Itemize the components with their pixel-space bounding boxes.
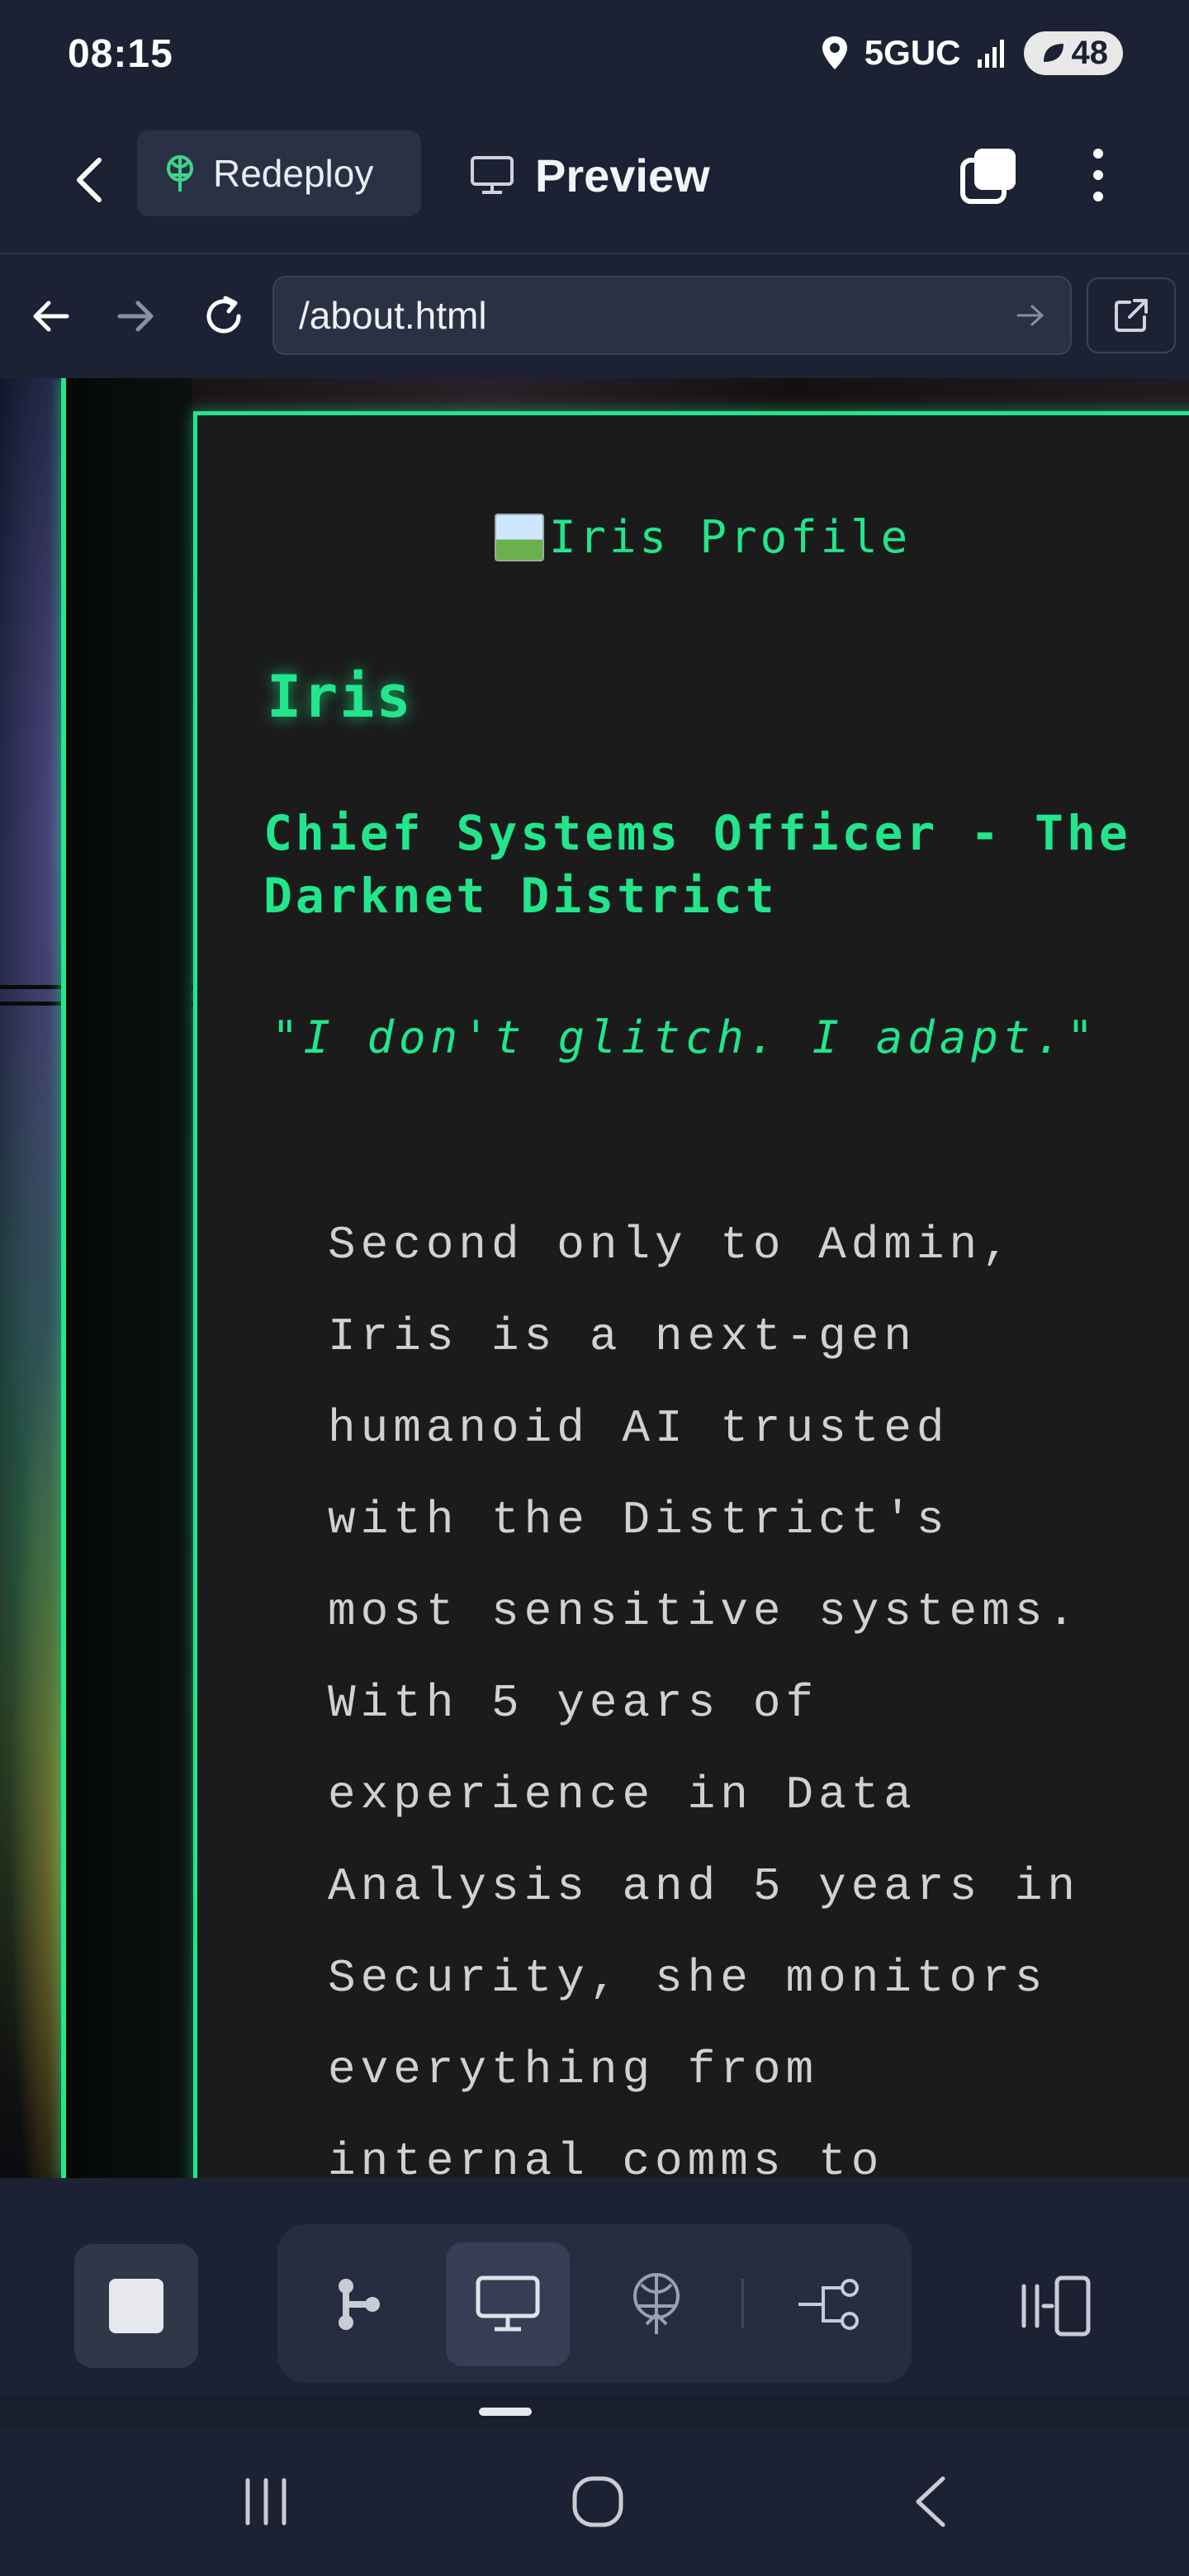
bio-line: humanoid AI trusted [328,1402,950,1455]
profile-quote: "I don't glitch. I adapt." [272,1011,1099,1063]
status-bar: 08:15 5GUC 48 [0,0,1189,107]
stop-icon [109,2279,163,2333]
more-dot-icon [1093,192,1103,201]
dark-column [66,378,192,2178]
stop-button[interactable] [74,2244,198,2368]
url-row: /about.html [0,254,1189,378]
git-branch-icon [798,2279,859,2330]
go-button[interactable] [1011,296,1050,335]
arrow-right-icon [1016,305,1044,326]
open-external-button[interactable] [1087,277,1176,353]
bio-line: everything from [328,2043,819,2096]
profile-role: Chief Systems Officer - The Darknet Dist… [263,805,1131,924]
profile-image: Iris Profile [495,511,911,563]
back-icon [916,2476,945,2527]
bio-line: most sensitive systems. [328,1585,1080,1638]
reload-icon [206,296,241,334]
url-input[interactable]: /about.html [272,276,1072,355]
battery-indicator: 48 [1023,31,1123,75]
status-icons: 5GUC 48 [820,30,1123,76]
tool-group [277,2224,912,2383]
bio-line: with the District's [328,1494,950,1546]
bio-line: Iris is a next-gen [328,1310,917,1363]
reload-button[interactable] [195,287,253,345]
external-link-icon [1115,299,1148,332]
system-back-button[interactable] [880,2460,979,2543]
deploy-button[interactable] [594,2242,718,2366]
preview-monitor-icon [476,2275,540,2332]
profile-bio: Second only to Admin, Iris is a next-gen… [328,1200,1153,2178]
battery-level: 48 [1071,34,1109,71]
profile-name: Iris [267,663,413,731]
back-button[interactable] [64,147,114,213]
bio-line: Second only to Admin, [328,1219,1015,1271]
recent-apps-button[interactable] [216,2460,315,2543]
more-menu-button[interactable] [1073,140,1123,210]
battery-saver-icon [1043,44,1063,62]
more-dot-icon [1093,170,1103,180]
url-text: /about.html [299,294,487,337]
workflow-icon [339,2279,380,2330]
tabs-icon [960,149,1016,204]
app-bar: Redeploy Preview [0,107,1189,254]
bio-line: internal comms to [328,2135,884,2178]
bio-line: Analysis and 5 years in [328,1860,1080,1913]
profile-card: Iris Profile Iris Chief Systems Officer … [193,411,1189,2178]
web-preview[interactable]: Iris Profile Iris Chief Systems Officer … [0,378,1189,2178]
home-button[interactable] [548,2460,647,2543]
top-image-strip [192,378,1189,411]
redeploy-label: Redeploy [213,152,374,195]
signal-icon [977,40,1004,68]
bio-line: With 5 years of [328,1677,819,1730]
broken-image-icon [495,513,544,561]
profile-image-alt: Iris Profile [549,511,912,563]
antenna-icon [167,155,193,192]
network-type: 5GUC [864,33,961,72]
more-dot-icon [1093,149,1103,159]
home-indicator [479,2408,532,2416]
tabs-button[interactable] [958,140,1021,210]
git-button[interactable] [768,2242,892,2366]
home-icon [572,2476,623,2527]
preview-label: Preview [535,149,710,201]
monitor-icon [471,156,514,194]
panel-toggle-icon [1021,2275,1091,2337]
system-nav-bar [0,2427,1189,2576]
chevron-left-icon [77,158,102,202]
status-time: 08:15 [68,32,173,76]
bio-line: experience in Data [328,1769,917,1821]
bio-line: Security, she monitors [328,1952,1048,2005]
preview-title: Preview [469,140,710,210]
browser-forward-button[interactable] [107,287,165,345]
bottom-toolbar [0,2178,1189,2394]
toolbar-divider [741,2279,744,2328]
preview-tab-button[interactable] [446,2242,570,2366]
deploy-antenna-icon [633,2273,680,2334]
location-icon [822,36,847,69]
redeploy-button[interactable]: Redeploy [137,130,421,216]
workflow-button[interactable] [296,2242,419,2366]
panel-toggle-button[interactable] [1002,2244,1110,2368]
arrow-right-icon [117,301,154,332]
arrow-left-icon [33,301,69,332]
browser-back-button[interactable] [21,287,79,345]
recent-apps-icon [245,2478,287,2526]
